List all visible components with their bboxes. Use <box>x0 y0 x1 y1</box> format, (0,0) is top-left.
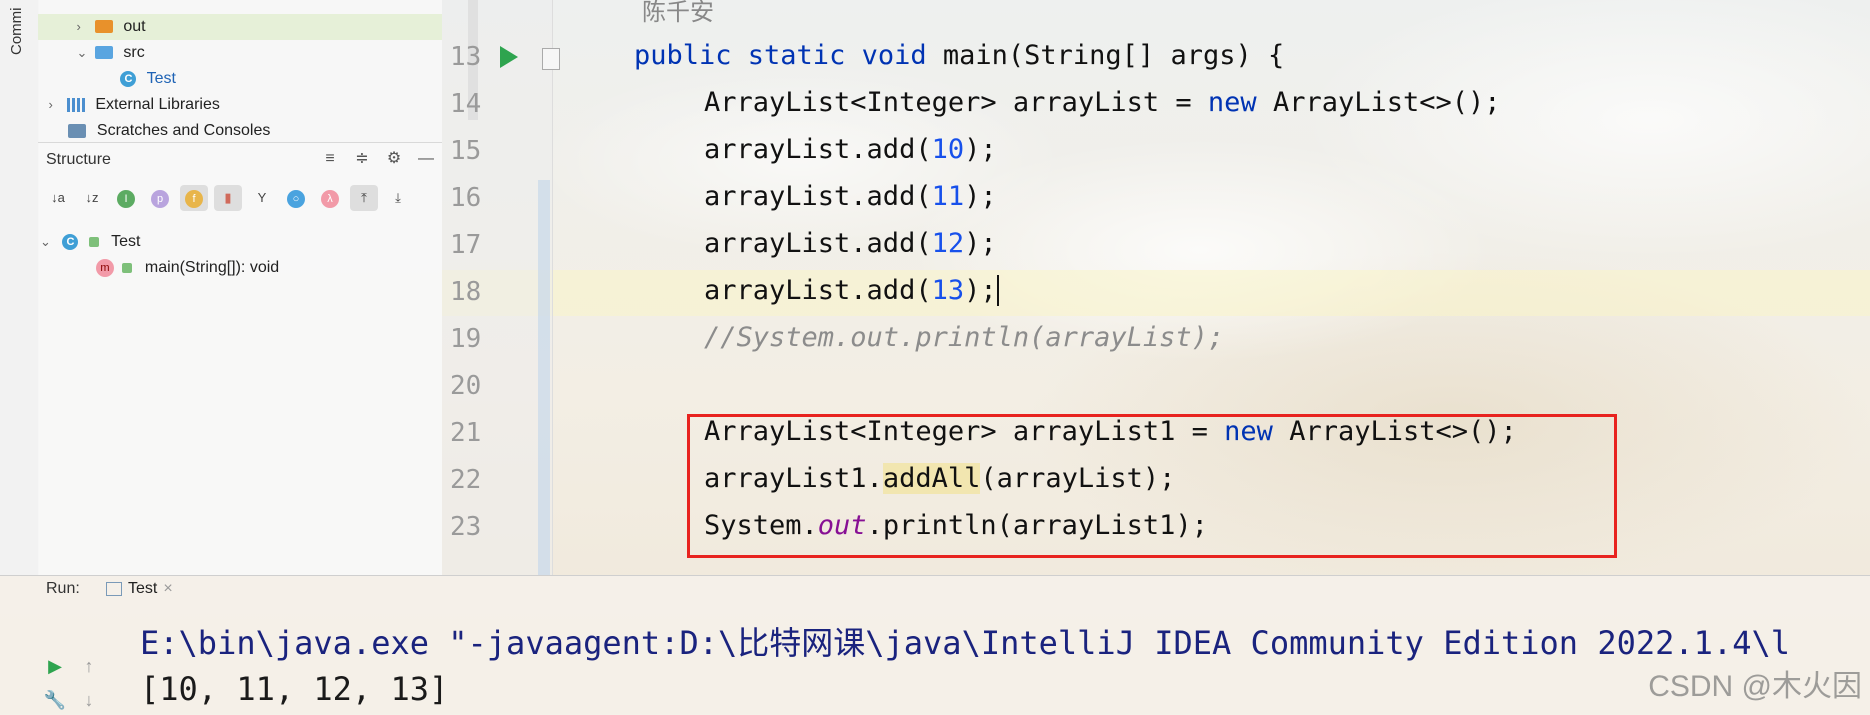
run-label: Run: <box>46 580 80 597</box>
structure-item-test[interactable]: ⌄ C Test <box>38 229 140 255</box>
code-line: ArrayList<Integer> arrayList = new Array… <box>704 87 1501 118</box>
commit-tool-tab[interactable]: Commi <box>8 8 30 88</box>
highlight-annotation-box <box>687 414 1617 558</box>
line-number: 18 <box>450 277 482 307</box>
run-tab-test[interactable]: Test × <box>106 580 173 598</box>
close-icon[interactable]: × <box>163 580 172 597</box>
vcs-change-marker <box>538 180 550 575</box>
tree-item-test[interactable]: C Test <box>38 66 176 92</box>
tree-item-out[interactable]: › out <box>38 14 442 40</box>
code-editor[interactable]: 陈千安 13 14 15 16 17 18 19 20 21 22 23 pub… <box>442 0 1870 575</box>
run-config-icon <box>106 581 122 596</box>
tree-item-label: out <box>123 18 146 35</box>
structure-title: Structure <box>46 151 111 168</box>
non-public-icon[interactable]: ▮ <box>214 185 242 211</box>
rerun-icon[interactable]: ▶ <box>42 656 68 677</box>
fields-icon[interactable]: f <box>180 185 208 211</box>
down-arrow-icon[interactable]: ↓ <box>76 690 102 711</box>
code-line: arrayList.add(11); <box>704 181 997 212</box>
run-toolbar: ▶ ↑ 🔧 ↓ <box>38 616 114 715</box>
line-number: 23 <box>450 512 482 542</box>
up-arrow-icon[interactable]: ↑ <box>76 656 102 677</box>
console-command-line: E:\bin\java.exe "-javaagent:D:\比特网课\java… <box>140 624 1790 662</box>
tree-item-external-libraries[interactable]: › External Libraries <box>38 92 220 118</box>
run-tab-label: Test <box>128 580 158 597</box>
autoscroll-to-source-icon[interactable]: ⤒ <box>350 185 378 211</box>
autoscroll-from-source-icon[interactable]: ⤓ <box>384 185 412 211</box>
line-number: 14 <box>450 89 482 119</box>
anonymous-icon[interactable]: Y <box>248 185 276 211</box>
sort-az-icon[interactable]: ↓a <box>44 185 72 211</box>
tree-item-label: Test <box>146 70 176 87</box>
chevron-right-icon[interactable]: › <box>48 92 62 118</box>
wrench-icon[interactable]: 🔧 <box>42 690 68 711</box>
structure-item-label: main(String[]): void <box>144 259 280 276</box>
folder-icon <box>94 20 113 34</box>
structure-header-actions: ≡ ≑ ⚙ — <box>320 149 436 169</box>
chevron-down-icon[interactable]: ⌄ <box>40 229 54 255</box>
structure-item-main[interactable]: m main(String[]): void <box>96 255 279 281</box>
tree-item-label: External Libraries <box>95 96 220 113</box>
collapse-all-icon[interactable]: ≑ <box>352 149 372 169</box>
project-panel: › out ⌄ src C Test › External Libraries … <box>38 0 478 144</box>
line-number: 20 <box>450 371 482 401</box>
left-tool-strip: Commi <box>0 0 39 575</box>
method-icon: m <box>96 258 114 277</box>
lambda-icon[interactable]: λ <box>316 185 344 211</box>
line-number: 16 <box>450 183 482 213</box>
code-line: public static void main(String[] args) { <box>634 40 1285 71</box>
properties-icon[interactable]: p <box>146 185 174 211</box>
structure-toolbar: ↓a ↓z I p f ▮ Y ○ λ ⤒ ⤓ <box>44 185 412 211</box>
code-line: arrayList.add(10); <box>704 134 997 165</box>
line-number: 17 <box>450 230 482 260</box>
fold-marker-icon[interactable] <box>542 48 560 70</box>
tree-item-label: src <box>123 44 145 61</box>
watermark: CSDN @木火因 <box>1648 670 1862 703</box>
scratches-icon <box>68 123 87 138</box>
structure-panel: Structure ≡ ≑ ⚙ — ↓a ↓z I p f ▮ Y ○ λ ⤒ … <box>38 142 442 576</box>
chevron-right-icon[interactable]: › <box>76 14 90 40</box>
console-output-line: [10, 11, 12, 13] <box>140 670 449 708</box>
tree-item-scratches[interactable]: Scratches and Consoles <box>38 118 270 144</box>
folder-icon <box>94 46 113 60</box>
class-icon: C <box>62 233 79 250</box>
tree-item-src[interactable]: ⌄ src <box>38 40 145 66</box>
line-number: 21 <box>450 418 482 448</box>
line-number: 22 <box>450 465 482 495</box>
library-icon <box>66 97 85 112</box>
public-icon <box>122 262 133 273</box>
circle-icon[interactable]: ○ <box>282 185 310 211</box>
sort-za-icon[interactable]: ↓z <box>78 185 106 211</box>
run-panel: Run: Test × ▶ ↑ 🔧 ↓ E:\bin\java.exe "-jav… <box>0 575 1870 715</box>
line-number: 15 <box>450 136 482 166</box>
author-hint: 陈千安 <box>642 0 714 26</box>
code-line-comment: //System.out.println(arrayList); <box>704 322 1225 353</box>
hide-icon[interactable]: — <box>416 149 436 169</box>
structure-item-label: Test <box>111 233 141 250</box>
chevron-down-icon[interactable]: ⌄ <box>76 40 90 66</box>
gear-icon[interactable]: ⚙ <box>384 149 404 169</box>
tree-item-label: Scratches and Consoles <box>96 122 271 139</box>
code-line: arrayList.add(13); <box>704 275 999 306</box>
line-number: 19 <box>450 324 482 354</box>
expand-all-icon[interactable]: ≡ <box>320 149 340 169</box>
code-line: arrayList.add(12); <box>704 228 997 259</box>
inherited-icon[interactable]: I <box>112 185 140 211</box>
class-icon: C <box>120 70 137 87</box>
current-line-highlight <box>442 270 1870 316</box>
public-icon <box>88 236 99 247</box>
line-number: 13 <box>450 42 482 72</box>
